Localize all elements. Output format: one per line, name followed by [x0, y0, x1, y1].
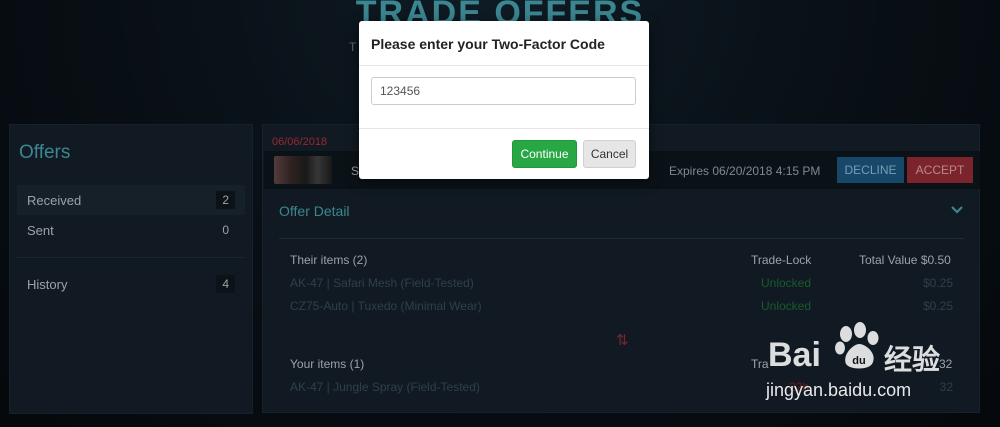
- watermark-url: jingyan.baidu.com: [766, 380, 912, 400]
- modal-footer-divider: [359, 128, 649, 129]
- two-factor-modal: Please enter your Two-Factor Code Contin…: [359, 21, 649, 179]
- two-factor-code-input[interactable]: [371, 77, 636, 105]
- continue-button[interactable]: Continue: [512, 140, 577, 168]
- cancel-button[interactable]: Cancel: [583, 140, 636, 168]
- trade-offers-page: TRADE OFFERS T Offers Received 2 Sent 0 …: [0, 0, 1000, 427]
- modal-title: Please enter your Two-Factor Code: [371, 36, 605, 52]
- watermark-brand-latin: Bai: [768, 336, 821, 374]
- modal-header-divider: [359, 65, 649, 66]
- baidu-paw-icon: du: [835, 322, 879, 369]
- svg-text:du: du: [852, 355, 865, 367]
- watermark-brand-cn: 经验: [884, 344, 941, 375]
- baidu-watermark: Bai du 经验 jingyan.baidu.com: [760, 318, 960, 413]
